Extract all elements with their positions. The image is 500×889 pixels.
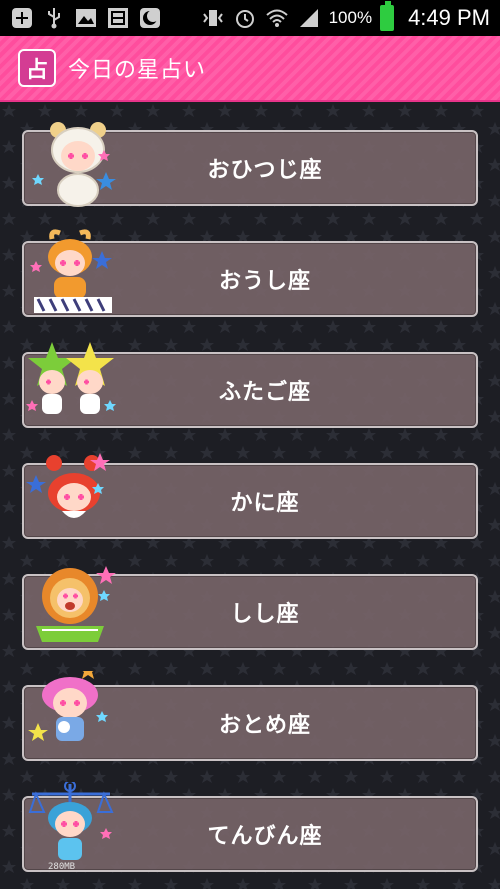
battery-percent: 100% [328, 8, 373, 27]
list-item: ふたご座 [22, 342, 478, 428]
gemini-mascot-icon [22, 338, 118, 434]
image-icon [74, 7, 98, 29]
sign-label: てんびん座 [207, 824, 323, 849]
add-icon [10, 7, 34, 29]
sign-label: おうし座 [218, 269, 311, 294]
list-item: かに座 [22, 453, 478, 539]
wifi-icon [265, 7, 289, 29]
sign-label: かに座 [230, 491, 300, 516]
sign-label: ふたご座 [218, 380, 311, 405]
status-bar-left [10, 7, 162, 29]
list-item: おうし座 [22, 229, 478, 317]
memory-badge: 280MB [48, 862, 76, 872]
taurus-mascot-icon [22, 227, 118, 323]
app-bar: 占 今日の星占い [0, 36, 500, 102]
moon-icon [138, 7, 162, 29]
virgo-mascot-icon [22, 661, 118, 767]
list-item: おとめ座 [22, 661, 478, 761]
download-icon [106, 7, 130, 29]
sign-label: しし座 [230, 602, 300, 627]
list-item: しし座 [22, 566, 478, 650]
libra-mascot-icon: 280MB [22, 780, 118, 878]
sign-label: おとめ座 [218, 713, 311, 738]
cancer-mascot-icon [22, 449, 118, 545]
list-item: おひつじ座 [22, 122, 478, 207]
usb-icon [42, 7, 66, 29]
vibrate-icon [201, 7, 225, 29]
status-bar: 100% 4:49 PM [0, 0, 500, 36]
leo-mascot-icon [22, 560, 118, 656]
sign-list-screen[interactable]: おひつじ座 おうし座 ふたご座 かに座 しし座 おとめ座 てんびん座 280MB [0, 102, 500, 889]
clock: 4:49 PM [408, 5, 490, 30]
app-logo-icon[interactable]: 占 [18, 49, 56, 87]
alarm-icon [233, 7, 257, 29]
status-bar-right: 100% 4:49 PM [201, 1, 490, 31]
list-item: てんびん座 280MB [22, 780, 478, 872]
battery-icon [380, 1, 395, 31]
sign-label: おひつじ座 [207, 158, 323, 183]
signal-icon [297, 7, 321, 29]
aries-mascot-icon [22, 116, 118, 212]
app-title: 今日の星占い [68, 58, 207, 83]
